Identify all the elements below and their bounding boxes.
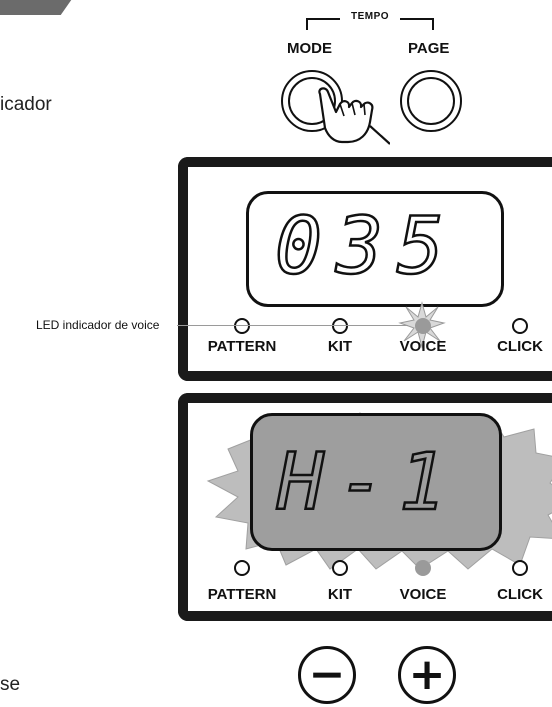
led-label-click-top: CLICK <box>497 338 543 355</box>
led-voice-top <box>415 318 431 334</box>
lcd-screen-top: 035 <box>246 191 504 307</box>
led-pattern-bottom <box>234 560 250 576</box>
minus-button[interactable]: − <box>298 646 356 704</box>
lcd-digits-top: 035 <box>274 202 458 292</box>
plus-button[interactable]: + <box>398 646 456 704</box>
led-label-pattern-bottom: PATTERN <box>207 586 277 603</box>
led-label-click-bottom: CLICK <box>497 586 543 603</box>
mode-label: MODE <box>287 40 332 57</box>
side-text-bottom: se <box>0 674 21 695</box>
display-panel-bottom: H-1 PATTERN KIT VOICE CLICK <box>178 393 552 621</box>
lcd-digits-bottom: H-1 <box>276 438 460 528</box>
tempo-bracket: TEMPO <box>306 10 434 30</box>
led-pattern-top <box>234 318 250 334</box>
led-click-bottom <box>512 560 528 576</box>
lcd-screen-bottom: H-1 <box>250 413 502 551</box>
led-callout-text: LED indicador de voice <box>36 318 160 332</box>
led-label-voice-top: VOICE <box>399 338 447 355</box>
display-panel-top: 035 PATTERN KIT VOICE CLICK <box>178 157 552 381</box>
callout-line <box>177 325 408 326</box>
led-voice-bottom <box>415 560 431 576</box>
side-text-top: icador <box>0 94 52 115</box>
page-label: PAGE <box>408 40 450 57</box>
led-kit-top <box>332 318 348 334</box>
led-click-top <box>512 318 528 334</box>
led-label-pattern-top: PATTERN <box>207 338 277 355</box>
corner-banner <box>0 0 100 15</box>
led-label-voice-bottom: VOICE <box>399 586 447 603</box>
tempo-label: TEMPO <box>350 11 390 22</box>
led-kit-bottom <box>332 560 348 576</box>
page-button[interactable] <box>400 70 462 132</box>
hand-press-icon <box>318 87 390 145</box>
